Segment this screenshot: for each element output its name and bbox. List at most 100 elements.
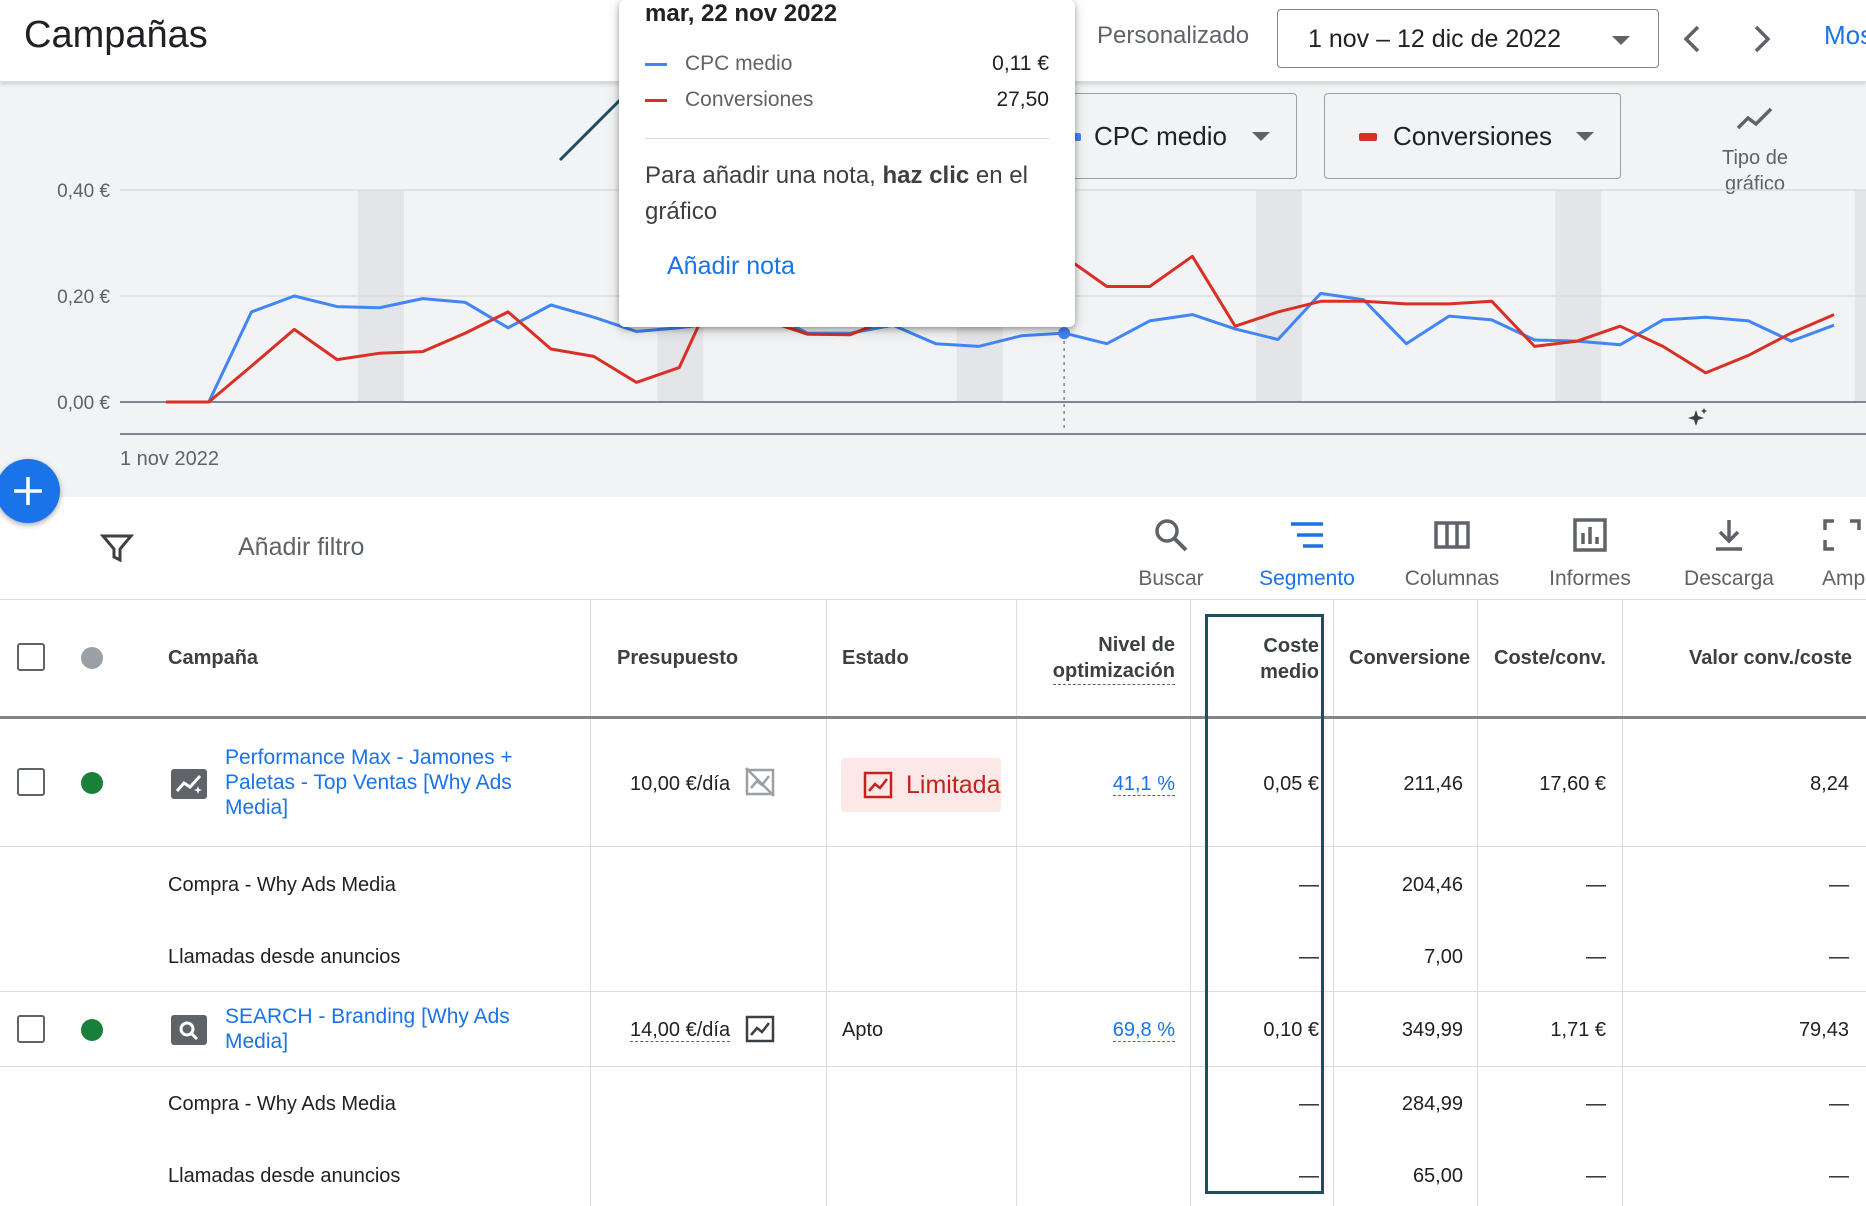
conversions-value: 7,00 <box>1424 946 1463 968</box>
next-period-button[interactable] <box>1740 14 1784 64</box>
reports-tool-label: Informes <box>1549 567 1631 590</box>
value-per-cost-value: — <box>1829 1165 1849 1187</box>
optimization-score[interactable]: 69,8 % <box>1060 1019 1175 1042</box>
conversions-value: 349,99 <box>1401 1019 1463 1041</box>
header-campaign[interactable]: Campaña <box>168 600 568 717</box>
header-optimization-line2: optimización <box>1052 658 1175 685</box>
value-per-cost-value: — <box>1829 874 1849 896</box>
expand-icon <box>1823 519 1861 551</box>
header-status[interactable]: Estado <box>842 600 1002 717</box>
tooltip-row-cpc: CPC medio 0,11 € <box>645 52 1049 82</box>
status-enabled-icon <box>81 772 103 794</box>
campaign-name-line: Performance Max - Jamones + <box>225 746 513 769</box>
row-divider <box>0 991 1866 992</box>
header-optimization[interactable]: Nivel de optimización <box>1020 600 1175 717</box>
search-campaign-icon <box>171 1015 207 1045</box>
search-tool-label: Buscar <box>1138 567 1204 590</box>
value-per-cost-value: 8,24 <box>1810 773 1849 795</box>
conversions-value: 284,99 <box>1401 1093 1463 1115</box>
download-tool-label: Descarga <box>1684 567 1774 590</box>
campaign-name-line: Paletas - Top Ventas [Why Ads <box>225 771 512 794</box>
add-note-link[interactable]: Añadir nota <box>667 252 795 281</box>
value-per-cost-value: 79,43 <box>1798 1019 1849 1041</box>
segment-tool-button[interactable]: Segmento <box>1252 513 1362 591</box>
chevron-left-icon <box>1683 25 1700 53</box>
page-title: Campañas <box>24 14 208 56</box>
conversion-action-name: Llamadas desde anuncios <box>168 946 401 968</box>
column-divider <box>826 600 827 1206</box>
tooltip-divider <box>645 138 1049 139</box>
row-checkbox[interactable] <box>17 1015 45 1043</box>
performance-max-icon <box>171 769 207 799</box>
bar-chart-icon <box>1573 518 1607 552</box>
hint-bold: haz clic <box>882 162 970 189</box>
columns-icon <box>1434 521 1470 549</box>
header-conversions[interactable]: Conversiones <box>1349 600 1471 717</box>
status-filter-icon[interactable] <box>81 647 103 669</box>
filter-icon <box>99 534 135 563</box>
value-per-cost-value: — <box>1829 946 1849 968</box>
cost-per-conversion-value: 1,71 € <box>1550 1019 1606 1041</box>
optimization-score[interactable]: 41,1 % <box>1060 773 1175 796</box>
cost-per-conversion-value: 17,60 € <box>1539 773 1606 795</box>
conversion-action-name: Llamadas desde anuncios <box>168 1165 401 1187</box>
value-per-cost-value: — <box>1829 1093 1849 1115</box>
status-label: Limitada <box>906 771 1001 799</box>
campaign-name-link[interactable]: SEARCH - Branding [Why Ads Media] <box>225 1004 510 1054</box>
x-axis-start-label: 1 nov 2022 <box>120 448 219 470</box>
cost-per-conversion-value: — <box>1586 946 1606 968</box>
hint-prefix: Para añadir una nota, <box>645 162 883 189</box>
columns-tool-label: Columnas <box>1404 567 1500 590</box>
download-tool-button[interactable]: Descarga <box>1676 513 1782 591</box>
sparkle-icon[interactable] <box>1688 408 1707 426</box>
column-divider <box>1016 600 1017 1206</box>
status-limited-badge[interactable]: Limitada <box>841 758 1001 812</box>
expand-tool-button[interactable]: Amp <box>1822 513 1866 591</box>
header-cost-per-conversion[interactable]: Coste/conv. <box>1494 600 1624 717</box>
trending-status-icon <box>863 771 893 799</box>
cost-per-conversion-value: — <box>1586 874 1606 896</box>
budget-value[interactable]: 14,00 €/día <box>630 1019 731 1042</box>
row-checkbox[interactable] <box>17 768 45 796</box>
campaign-name-line: Media] <box>225 1030 289 1053</box>
budget-chart-icon[interactable] <box>744 1014 776 1044</box>
avg-cost-column-highlight <box>1205 614 1324 1194</box>
column-divider <box>1333 600 1334 1206</box>
conversions-value: 65,00 <box>1412 1165 1463 1187</box>
budget-chart-disabled-icon[interactable] <box>744 766 776 798</box>
column-divider <box>1477 600 1478 1206</box>
campaign-name-link[interactable]: Performance Max - Jamones + Paletas - To… <box>225 745 513 820</box>
reports-tool-button[interactable]: Informes <box>1538 513 1642 591</box>
date-range-select[interactable]: 1 nov – 12 dic de 2022 <box>1277 9 1659 68</box>
budget-value[interactable]: 10,00 €/día <box>630 773 730 796</box>
previous-period-button[interactable] <box>1670 14 1714 64</box>
cpc-line-swatch-icon <box>645 63 667 66</box>
segment-icon <box>1291 522 1323 548</box>
cost-per-conversion-value: — <box>1586 1093 1606 1115</box>
tooltip-metric-name: CPC medio <box>685 52 793 75</box>
chart-tooltip: mar, 22 nov 2022 CPC medio 0,11 € Conver… <box>619 0 1075 327</box>
tooltip-date: mar, 22 nov 2022 <box>645 0 838 27</box>
date-range-type-label: Personalizado <box>1097 22 1250 49</box>
campaigns-table: Campaña Presupuesto Estado Nivel de optim… <box>0 600 1866 1206</box>
filter-button[interactable] <box>99 532 135 569</box>
select-all-checkbox[interactable] <box>17 643 45 671</box>
tooltip-hint: Para añadir una nota, haz clic en el grá… <box>645 158 1055 230</box>
search-icon <box>1155 519 1188 552</box>
header-value-per-cost[interactable]: Valor conv./coste <box>1640 600 1852 717</box>
columns-tool-button[interactable]: Columnas <box>1395 513 1509 591</box>
header-budget[interactable]: Presupuesto <box>617 600 817 717</box>
google-ads-campaigns-page: Campañas Personalizado 1 nov – 12 dic de… <box>0 0 1866 1206</box>
header-optimization-line1: Nivel de <box>1098 634 1175 656</box>
create-button[interactable] <box>0 459 60 523</box>
status-enabled-icon <box>81 1019 103 1041</box>
hover-point <box>1058 327 1071 340</box>
more-link[interactable]: Mos <box>1824 20 1866 51</box>
y-tick-label: 0,00 € <box>57 393 110 414</box>
conversion-action-name: Compra - Why Ads Media <box>168 874 396 896</box>
segment-tool-label: Segmento <box>1259 567 1355 590</box>
plus-icon <box>14 477 42 505</box>
add-filter-input[interactable]: Añadir filtro <box>238 533 364 562</box>
search-tool-button[interactable]: Buscar <box>1131 513 1211 591</box>
y-tick-label: 0,20 € <box>57 287 110 308</box>
